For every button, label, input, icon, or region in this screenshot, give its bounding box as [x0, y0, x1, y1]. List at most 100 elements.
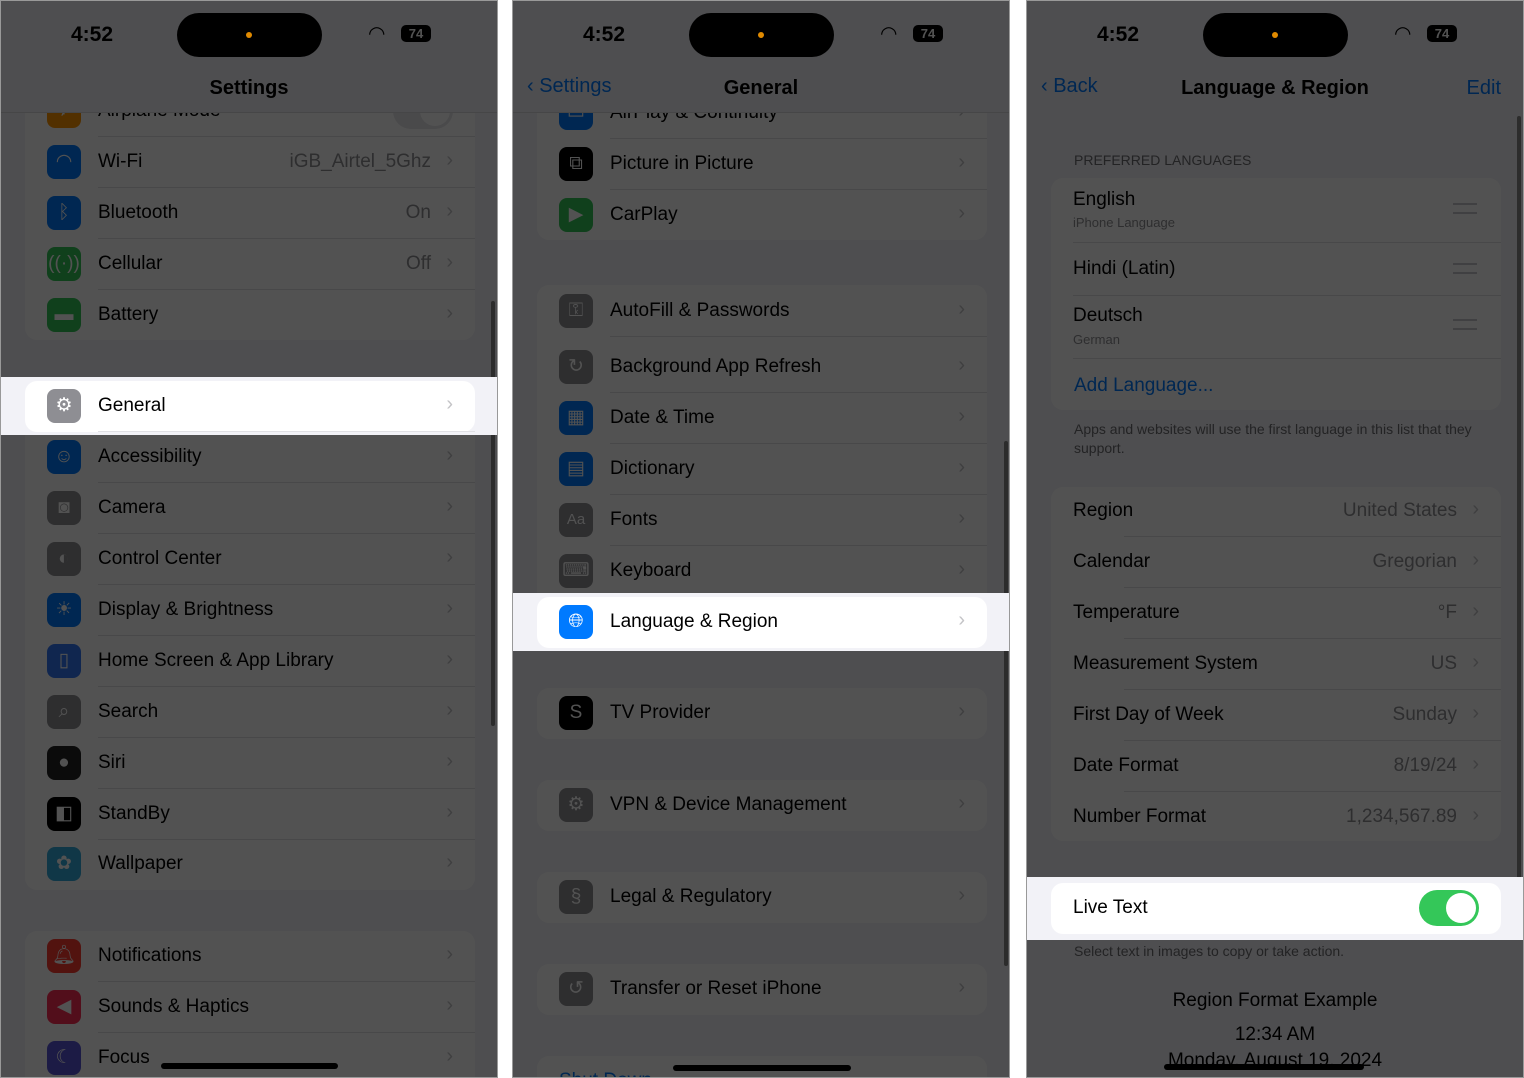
- add-language-link[interactable]: Add Language...: [1074, 375, 1213, 397]
- row-general[interactable]: ⚙ General ›: [25, 381, 475, 432]
- row-focus[interactable]: ☾ Focus ›: [25, 1033, 475, 1077]
- row-label: Date & Time: [610, 407, 715, 428]
- row-label: Legal & Regulatory: [610, 886, 772, 907]
- row-home-screen-app-library[interactable]: ▯ Home Screen & App Library ›: [25, 636, 475, 687]
- row-camera[interactable]: ◙ Camera ›: [25, 483, 475, 534]
- live-text-footer: Select text in images to copy or take ac…: [1074, 943, 1345, 959]
- home-indicator: [673, 1065, 851, 1071]
- back-button[interactable]: ‹ Settings: [527, 75, 611, 98]
- row-live-text[interactable]: Live Text: [1051, 883, 1501, 934]
- row-label: TV Provider: [610, 702, 711, 723]
- chevron-right-icon: ›: [446, 302, 453, 324]
- live-text-toggle[interactable]: [1419, 890, 1479, 926]
- row-label: Battery: [98, 304, 159, 325]
- row-battery[interactable]: ▬ Battery ›: [25, 290, 475, 341]
- row-display-brightness[interactable]: ☀ Display & Brightness ›: [25, 585, 475, 636]
- gear-icon: ⚙: [47, 389, 81, 423]
- wifi-status-icon: ◠: [368, 23, 386, 45]
- highlight-card-bg: [25, 381, 475, 432]
- row-calendar[interactable]: Calendar Gregorian ›: [1051, 537, 1501, 588]
- chevron-right-icon: ›: [958, 202, 965, 224]
- row-label: Background App Refresh: [610, 356, 822, 377]
- row-carplay[interactable]: ▶ CarPlay ›: [537, 190, 987, 241]
- row-language-region[interactable]: 🌐︎ Language & Region ›: [537, 597, 987, 648]
- settings-screen: ✈Airplane Mode◠Wi-FiiGB_Airtel_5Ghz›ᛒBlu…: [0, 0, 498, 1078]
- sun-icon: ☀: [47, 593, 81, 627]
- home-indicator: [161, 1063, 338, 1069]
- row-siri[interactable]: ● Siri ›: [25, 738, 475, 789]
- row-wallpaper[interactable]: ✿ Wallpaper ›: [25, 839, 475, 890]
- drag-handle-icon[interactable]: [1453, 203, 1477, 214]
- scrollbar[interactable]: [1004, 441, 1008, 966]
- row-tv-provider[interactable]: S TV Provider ›: [537, 688, 987, 739]
- row-separator: [98, 431, 475, 432]
- row-temperature[interactable]: Temperature °F ›: [1051, 588, 1501, 639]
- chevron-right-icon: ›: [446, 648, 453, 670]
- row-first-day-of-week[interactable]: First Day of Week Sunday ›: [1051, 690, 1501, 741]
- row-value: On: [405, 202, 431, 223]
- row-label: Picture in Picture: [610, 153, 754, 174]
- row-label: Region: [1073, 500, 1134, 521]
- general-screen: ▭AirPlay & Continuity›⧉Picture in Pictur…: [512, 0, 1010, 1078]
- standby-icon: ◧: [47, 797, 81, 831]
- refresh-icon: ↻: [559, 350, 593, 384]
- row-label: Focus: [98, 1047, 150, 1068]
- row-date-time[interactable]: ▦ Date & Time ›: [537, 393, 987, 444]
- scrollbar[interactable]: [1517, 116, 1521, 926]
- row-label: Temperature: [1073, 602, 1180, 623]
- row-keyboard[interactable]: ⌨ Keyboard ›: [537, 546, 987, 597]
- row-accessibility[interactable]: ☺ Accessibility ›: [25, 432, 475, 483]
- row-region[interactable]: Region United States ›: [1051, 486, 1501, 537]
- row-label: Search: [98, 701, 159, 722]
- chevron-right-icon: ›: [958, 609, 965, 631]
- row-label: Keyboard: [610, 560, 692, 581]
- back-button[interactable]: ‹ Back: [1041, 75, 1098, 98]
- row-vpn-device-management[interactable]: ⚙ VPN & Device Management ›: [537, 780, 987, 831]
- dynamic-island: [1203, 13, 1348, 57]
- edit-button[interactable]: Edit: [1467, 77, 1501, 100]
- row-dictionary[interactable]: ▤ Dictionary ›: [537, 444, 987, 495]
- row-label: AutoFill & Passwords: [610, 300, 790, 321]
- chevron-right-icon: ›: [446, 251, 453, 273]
- battery-icon: ▬: [47, 298, 81, 332]
- bluetooth-icon: ᛒ: [47, 196, 81, 230]
- chevron-right-icon: ›: [1472, 702, 1479, 724]
- row-autofill-passwords[interactable]: ⚿ AutoFill & Passwords ›: [537, 286, 987, 337]
- status-time: 4:52: [1097, 23, 1140, 46]
- row-date-format[interactable]: Date Format 8/19/24 ›: [1051, 741, 1501, 792]
- chevron-right-icon: ›: [958, 405, 965, 427]
- row-fonts[interactable]: Aa Fonts ›: [537, 495, 987, 546]
- row-cellular[interactable]: ((·)) Cellular Off ›: [25, 239, 475, 290]
- row-search[interactable]: ⌕ Search ›: [25, 687, 475, 738]
- chevron-right-icon: ›: [958, 700, 965, 722]
- row-label: Language & Region: [610, 611, 778, 632]
- chevron-right-icon: ›: [1472, 753, 1479, 775]
- chevron-right-icon: ›: [446, 546, 453, 568]
- row-control-center[interactable]: ◐ Control Center ›: [25, 534, 475, 585]
- drag-handle-icon[interactable]: [1453, 263, 1477, 274]
- row-picture-in-picture[interactable]: ⧉ Picture in Picture ›: [537, 139, 987, 190]
- drag-handle-icon[interactable]: [1453, 319, 1477, 330]
- scrollbar[interactable]: [491, 301, 495, 726]
- row-notifications[interactable]: 🔔︎ Notifications ›: [25, 931, 475, 982]
- siri-icon: ●: [47, 746, 81, 780]
- chevron-right-icon: ›: [958, 558, 965, 580]
- row-standby[interactable]: ◧ StandBy ›: [25, 789, 475, 840]
- row-number-format[interactable]: Number Format 1,234,567.89 ›: [1051, 792, 1501, 843]
- bell-icon: 🔔︎: [47, 939, 81, 973]
- row-transfer-or-reset-iphone[interactable]: ↺ Transfer or Reset iPhone ›: [537, 964, 987, 1015]
- row-wi-fi[interactable]: ◠ Wi-Fi iGB_Airtel_5Ghz ›: [25, 137, 475, 188]
- row-value: US: [1430, 653, 1457, 674]
- wifi-status-icon: ◠: [1394, 23, 1412, 45]
- row-legal-regulatory[interactable]: § Legal & Regulatory ›: [537, 872, 987, 923]
- carplay-icon: ▶: [559, 198, 593, 232]
- chevron-right-icon: ›: [1472, 549, 1479, 571]
- row-sounds-haptics[interactable]: ◀ Sounds & Haptics ›: [25, 982, 475, 1033]
- row-measurement-system[interactable]: Measurement System US ›: [1051, 639, 1501, 690]
- chevron-right-icon: ›: [446, 149, 453, 171]
- row-background-app-refresh[interactable]: ↻ Background App Refresh ›: [537, 342, 987, 393]
- row-label: VPN & Device Management: [610, 794, 847, 815]
- row-label: Control Center: [98, 548, 222, 569]
- chevron-right-icon: ›: [446, 699, 453, 721]
- row-bluetooth[interactable]: ᛒ Bluetooth On ›: [25, 188, 475, 239]
